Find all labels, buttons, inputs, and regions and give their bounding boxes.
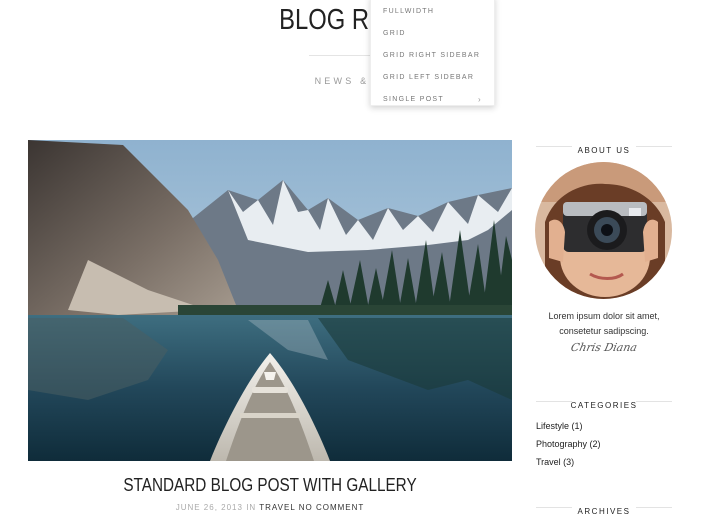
widget-heading-label: ABOUT US	[577, 146, 631, 155]
menu-item-grid-right-sidebar[interactable]: GRID RIGHT SIDEBAR	[371, 45, 494, 67]
post-category-link[interactable]: TRAVEL	[259, 503, 295, 512]
heading-divider	[536, 146, 572, 147]
post-meta: JUNE 26, 2013 IN TRAVEL NO COMMENT	[28, 503, 512, 512]
categories-heading: CATEGORIES	[536, 395, 672, 410]
menu-item-grid[interactable]: GRID	[371, 23, 494, 45]
menu-item-fullwidth[interactable]: FULLWIDTH	[371, 1, 494, 23]
heading-divider	[636, 507, 672, 508]
category-link-lifestyle[interactable]: Lifestyle (1)	[536, 419, 672, 437]
widget-heading-label: ARCHIVES	[577, 507, 631, 516]
post-in-label: IN	[246, 503, 257, 512]
menu-item-label: GRID	[383, 30, 406, 37]
heading-divider	[536, 507, 572, 508]
menu-item-label: GRID RIGHT SIDEBAR	[383, 52, 481, 59]
post-title[interactable]: STANDARD BLOG POST WITH GALLERY	[64, 475, 475, 496]
widget-heading-label: CATEGORIES	[570, 401, 638, 410]
blog-dropdown-menu: FULLWIDTH GRID GRID RIGHT SIDEBAR GRID L…	[370, 0, 495, 106]
menu-item-label: SINGLE POST	[383, 96, 444, 103]
menu-item-single-post[interactable]: SINGLE POST ›	[371, 89, 494, 111]
chevron-right-icon: ›	[478, 95, 482, 104]
about-text: Lorem ipsum dolor sit amet, consetetur s…	[536, 309, 672, 339]
category-list: Lifestyle (1) Photography (2) Travel (3)	[536, 419, 672, 473]
category-link-photography[interactable]: Photography (2)	[536, 437, 672, 455]
woman-with-camera-photo	[535, 162, 672, 299]
archives-heading: ARCHIVES	[536, 501, 672, 516]
post-date: JUNE 26, 2013	[175, 503, 243, 512]
menu-item-label: GRID LEFT SIDEBAR	[383, 74, 475, 81]
about-us-heading: ABOUT US	[536, 140, 672, 155]
about-text-line: consetetur sadipscing.	[559, 326, 649, 336]
menu-item-grid-left-sidebar[interactable]: GRID LEFT SIDEBAR	[371, 67, 494, 89]
page-subtitle: NEWS & ID	[314, 76, 391, 86]
about-text-line: Lorem ipsum dolor sit amet,	[548, 311, 660, 321]
about-avatar	[535, 162, 672, 299]
heading-divider	[636, 401, 672, 402]
heading-divider	[536, 401, 572, 402]
heading-divider	[636, 146, 672, 147]
page-title: BLOG RIGHT	[279, 4, 426, 36]
post-featured-image[interactable]	[28, 140, 512, 461]
category-link-travel[interactable]: Travel (3)	[536, 455, 672, 473]
signature: Chris Diana	[569, 341, 639, 354]
mountain-lake-canoe-photo	[28, 140, 512, 461]
post-comments-link[interactable]: NO COMMENT	[299, 503, 365, 512]
menu-item-label: FULLWIDTH	[383, 8, 435, 15]
